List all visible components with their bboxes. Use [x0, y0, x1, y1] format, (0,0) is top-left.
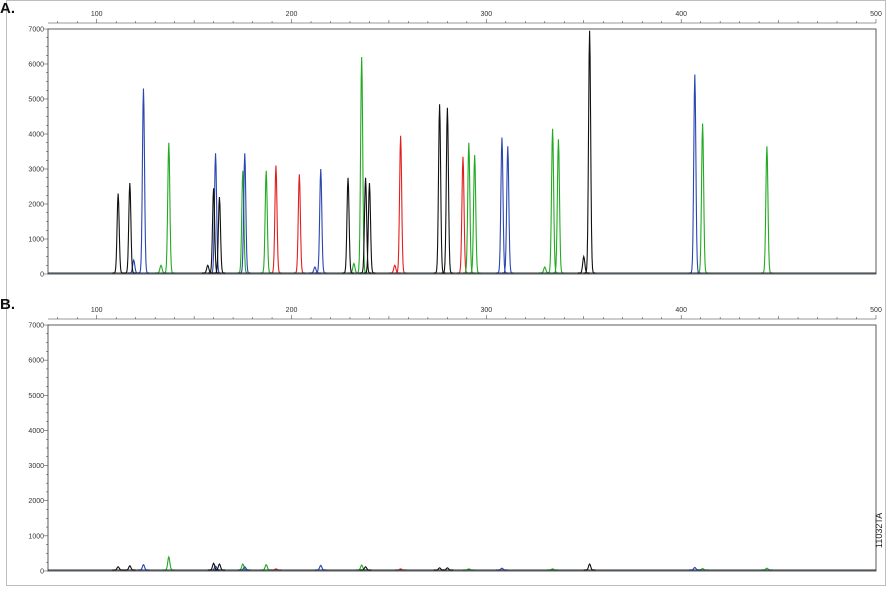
y-tick-label: 0	[40, 569, 44, 576]
green-peak	[696, 123, 709, 274]
green-peak	[761, 146, 773, 274]
blue-peak	[688, 74, 701, 274]
y-tick-label: 7000	[28, 27, 44, 34]
plot-area	[47, 28, 877, 275]
blue-peak	[314, 564, 327, 571]
blue-peak	[137, 88, 150, 274]
x-tick-label: 100	[91, 11, 103, 18]
blue-peak	[137, 563, 150, 571]
y-tick-label: 6000	[28, 62, 44, 69]
y-tick-label: 4000	[28, 132, 44, 139]
red-peak	[388, 264, 401, 274]
green-peak	[260, 170, 273, 274]
black-peak	[441, 107, 454, 274]
blue-peak	[309, 266, 321, 274]
x-tick-label: 400	[675, 307, 687, 314]
black-peak	[433, 104, 446, 274]
black-peak	[583, 563, 596, 571]
blue-peak	[314, 168, 327, 274]
y-tick-label: 1000	[28, 533, 44, 540]
y-tick-label: 0	[40, 272, 44, 279]
red-peak	[270, 165, 282, 274]
red-peak	[394, 135, 407, 274]
green-peak	[260, 563, 273, 571]
green-peak	[162, 555, 175, 571]
red-peak	[293, 174, 306, 274]
y-tick-label: 3000	[28, 463, 44, 470]
black-peak	[342, 177, 354, 274]
panel-a-chart: 100 200 300 400 5000100020003000400050006000…	[28, 11, 882, 279]
x-tick-label: 400	[675, 11, 687, 18]
x-tick-label: 100	[91, 307, 103, 314]
y-tick-label: 5000	[28, 97, 44, 104]
panel-b-chart: 100 200 300 400 5000100020003000400050006000…	[28, 307, 882, 576]
electropherogram-figure: A. B. 100 200 300 400 500 0 1000 2000 3000 4000 50…	[0, 0, 894, 590]
y-tick-label: 1000	[28, 237, 44, 244]
y-tick-label: 3000	[28, 167, 44, 174]
x-tick-label: 500	[870, 307, 882, 314]
blue-peak	[127, 258, 140, 274]
plot-area	[47, 324, 877, 572]
blue-peak	[688, 566, 701, 571]
y-tick-label: 2000	[28, 498, 44, 505]
y-tick-label: 4000	[28, 428, 44, 435]
black-peak	[112, 566, 124, 571]
y-tick-label: 5000	[28, 393, 44, 400]
black-peak	[123, 564, 136, 571]
x-tick-label: 300	[481, 11, 493, 18]
y-tick-label: 2000	[28, 202, 44, 209]
x-tick-label: 300	[481, 307, 493, 314]
x-tick-label: 200	[286, 307, 298, 314]
y-tick-label: 6000	[28, 358, 44, 365]
green-peak	[162, 142, 175, 274]
x-tick-label: 500	[870, 11, 882, 18]
black-peak	[583, 30, 596, 274]
y-tick-label: 7000	[28, 323, 44, 330]
black-peak	[577, 254, 590, 274]
figure-code: 11032TA	[874, 512, 884, 548]
green-peak	[355, 56, 368, 274]
black-peak	[112, 193, 124, 274]
x-tick-label: 200	[286, 11, 298, 18]
